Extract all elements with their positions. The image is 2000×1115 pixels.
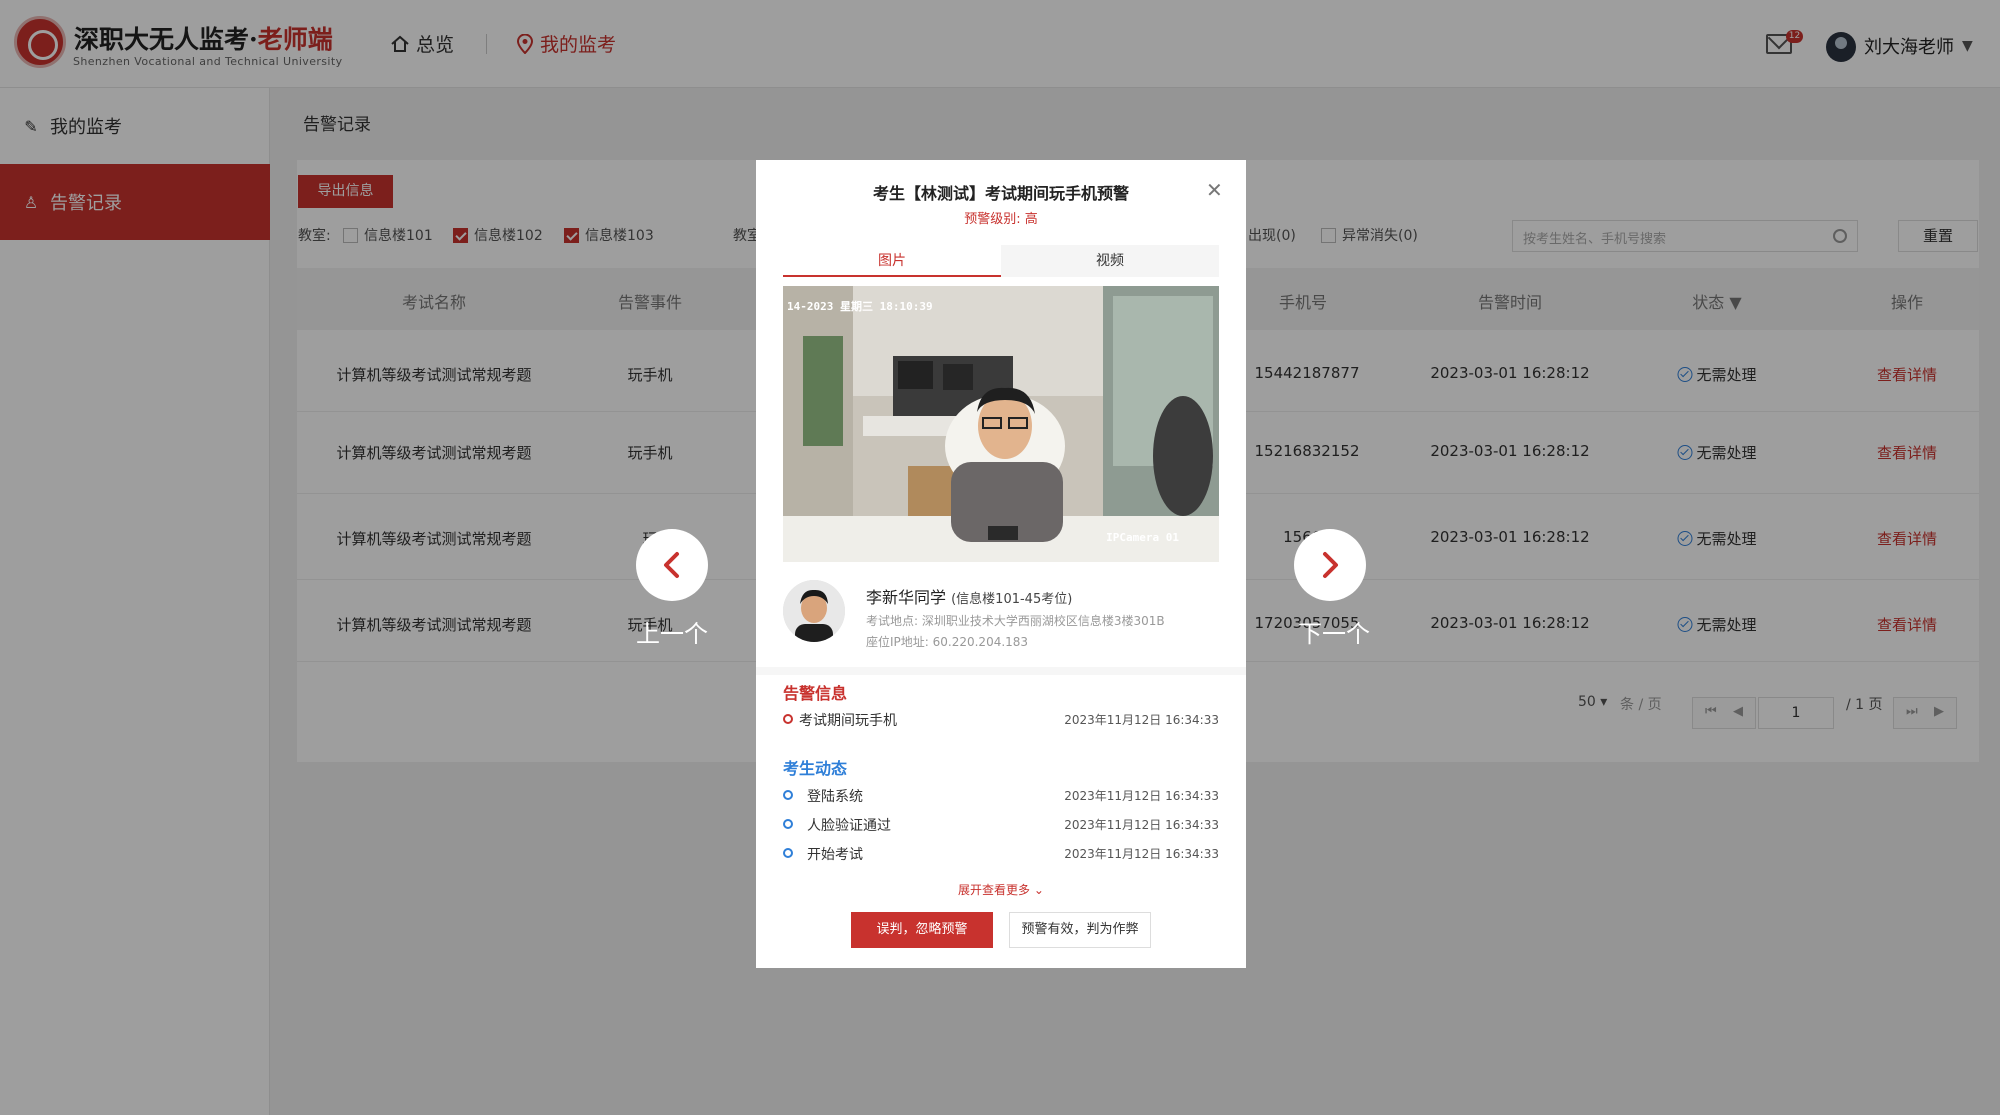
student-location: 考试地点: 深圳职业技术大学西丽湖校区信息楼3楼301B [866, 614, 1165, 628]
activity-dot-icon [783, 790, 793, 800]
expand-more-link[interactable]: 展开查看更多 ⌄ [756, 881, 1246, 898]
activity-item: 开始考试 2023年11月12日 16:34:33 [783, 844, 1219, 864]
chevron-right-icon [1323, 552, 1338, 578]
prev-alert-label[interactable]: 上一个 [636, 614, 708, 649]
activity-dot-icon [783, 848, 793, 858]
surveillance-photo-art [783, 286, 1219, 562]
dismiss-alert-button[interactable]: 误判，忽略预警 [851, 912, 993, 948]
next-alert-label[interactable]: 下一个 [1298, 614, 1370, 649]
chevron-down-icon: ⌄ [1033, 883, 1044, 897]
modal-title: 考生【林测试】考试期间玩手机预警 [872, 184, 1129, 203]
alert-info-item: 考试期间玩手机 2023年11月12日 16:34:33 [783, 710, 1219, 730]
prev-alert-button[interactable] [636, 529, 708, 601]
student-ip: 座位IP地址: 60.220.204.183 [866, 635, 1029, 649]
alert-label: 考试期间玩手机 [799, 713, 897, 729]
photo-camera-label: IPCamera 01 [1106, 531, 1179, 544]
student-name: 李新华同学 (信息楼101-45考位) [866, 584, 1072, 608]
activity-title: 考生动态 [783, 759, 848, 778]
activity-item: 登陆系统 2023年11月12日 16:34:33 [783, 786, 1219, 806]
alert-time: 2023年11月12日 16:34:33 [1064, 713, 1219, 727]
close-icon[interactable]: ✕ [1206, 178, 1223, 202]
alert-dot-icon [783, 714, 793, 724]
student-seat: (信息楼101-45考位) [951, 592, 1073, 607]
student-name-text: 李新华同学 [866, 588, 947, 607]
activity-time: 2023年11月12日 16:34:33 [1064, 818, 1219, 832]
media-tabs: 图片 视频 [783, 245, 1219, 277]
tab-image[interactable]: 图片 [783, 245, 1001, 277]
student-avatar [783, 580, 845, 642]
alert-detail-modal: 考生【林测试】考试期间玩手机预警 预警级别: 高 ✕ 图片 视频 14-2023… [756, 160, 1246, 968]
activity-time: 2023年11月12日 16:34:33 [1064, 847, 1219, 861]
activity-label: 人脸验证通过 [807, 818, 891, 834]
chevron-left-icon [664, 552, 679, 578]
activity-dot-icon [783, 819, 793, 829]
alert-info-title: 告警信息 [783, 684, 848, 703]
next-alert-button[interactable] [1294, 529, 1366, 601]
photo-timestamp: 14-2023 星期三 18:10:39 [787, 300, 933, 313]
activity-label: 登陆系统 [807, 789, 863, 805]
activity-item: 人脸验证通过 2023年11月12日 16:34:33 [783, 815, 1219, 835]
confirm-cheating-button[interactable]: 预警有效，判为作弊 [1009, 912, 1151, 948]
activity-label: 开始考试 [807, 847, 863, 863]
tab-video[interactable]: 视频 [1001, 245, 1219, 277]
student-avatar-art [783, 580, 845, 642]
modal-divider [756, 667, 1246, 675]
expand-more-label: 展开查看更多 [958, 883, 1031, 897]
activity-time: 2023年11月12日 16:34:33 [1064, 789, 1219, 803]
surveillance-photo[interactable]: 14-2023 星期三 18:10:39 IPCamera 01 [783, 286, 1219, 562]
alert-level: 预警级别: 高 [964, 212, 1038, 227]
